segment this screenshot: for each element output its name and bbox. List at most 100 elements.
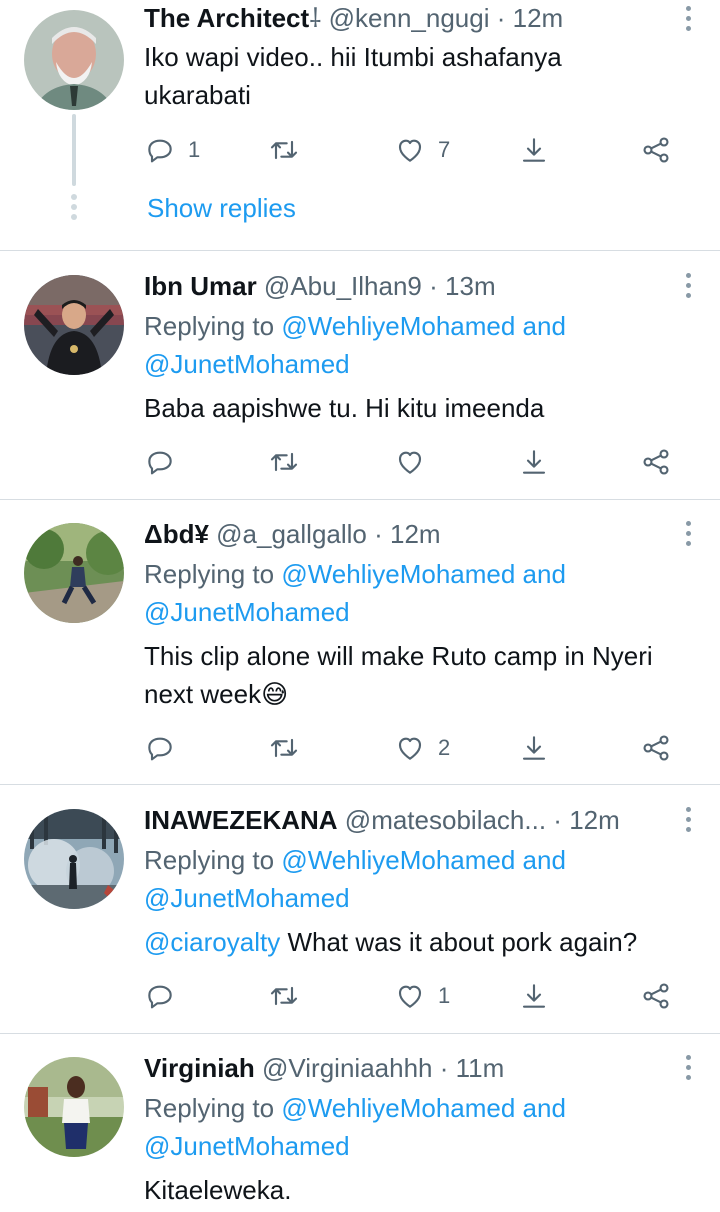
tweet-header: INAWEZEKANA @matesobilach... · 12m — [144, 802, 656, 838]
reply-feed: The Architect⸸ @kenn_ngugi · 12m Iko wap… — [0, 0, 720, 1212]
share-button[interactable] — [640, 442, 672, 482]
user-handle[interactable]: @matesobilach... — [345, 805, 546, 835]
replying-to-line: Replying to @WehliyeMohamed and — [144, 555, 700, 593]
grinning-sweat-emoji: 😅 — [261, 679, 289, 709]
avatar-coach-stadium[interactable] — [24, 275, 124, 375]
retweet-icon — [270, 140, 298, 160]
reply-button[interactable]: 1 — [144, 130, 200, 170]
replying-to-mention[interactable]: @JunetMohamed — [144, 593, 700, 631]
tweet-actions: 1 — [144, 976, 684, 1016]
save-button[interactable] — [518, 442, 550, 482]
reply-icon — [148, 139, 172, 163]
share-icon — [643, 449, 669, 475]
reply-button[interactable] — [144, 728, 188, 768]
name-suffix: ⸸ — [309, 3, 322, 33]
user-handle[interactable]: @Virginiaahhh — [262, 1053, 432, 1083]
tweet-text-line: @ciaroyalty What was it about pork again… — [144, 923, 700, 961]
more-icon[interactable] — [682, 271, 694, 301]
save-button[interactable] — [518, 130, 550, 170]
retweet-button[interactable] — [268, 976, 312, 1016]
replying-to-mention[interactable]: @JunetMohamed — [144, 879, 700, 917]
share-button[interactable] — [640, 130, 672, 170]
replying-to-mention[interactable]: @JunetMohamed — [144, 345, 700, 383]
replying-to-line: Replying to @WehliyeMohamed and — [144, 307, 700, 345]
like-button[interactable] — [394, 442, 438, 482]
tweet-2[interactable]: Ibn Umar @Abu_Ilhan9 · 13m Replying to @… — [0, 251, 720, 499]
retweet-button[interactable] — [268, 728, 312, 768]
timestamp[interactable]: 12m — [569, 805, 620, 835]
tweet-text-line: ukarabati — [144, 80, 251, 110]
like-button[interactable]: 7 — [394, 130, 450, 170]
display-name[interactable]: INAWEZEKANA — [144, 805, 338, 835]
tweet-text-line: next week😅 — [144, 675, 700, 713]
like-button[interactable]: 2 — [394, 728, 450, 768]
reply-icon — [148, 737, 172, 761]
like-button[interactable]: 1 — [394, 976, 450, 1016]
share-button[interactable] — [640, 728, 672, 768]
share-icon — [643, 137, 669, 163]
show-replies-link[interactable]: Show replies — [147, 190, 296, 226]
replying-to-label: Replying to — [144, 845, 275, 875]
tweet-3[interactable]: Δbd¥ @a_gallgallo · 12m Replying to @Weh… — [0, 500, 720, 784]
body-mention-link[interactable]: @ciaroyalty — [144, 927, 280, 957]
tweet-text-line: Iko wapi video.. hii Itumbi ashafanya — [144, 42, 562, 72]
avatar-man-on-road[interactable] — [24, 523, 124, 623]
like-count: 7 — [438, 137, 451, 162]
tweet-header: Δbd¥ @a_gallgallo · 12m — [144, 516, 660, 552]
retweet-icon — [270, 452, 298, 472]
replying-to-mentions[interactable]: @WehliyeMohamed and — [281, 845, 566, 875]
replying-to-mentions[interactable]: @WehliyeMohamed and — [281, 1093, 566, 1123]
separator-dot: · — [429, 271, 438, 301]
tweet-actions — [144, 442, 684, 482]
retweet-button[interactable] — [268, 130, 312, 170]
more-icon[interactable] — [682, 1053, 694, 1083]
tweet-4[interactable]: INAWEZEKANA @matesobilach... · 12m Reply… — [0, 785, 720, 1033]
user-handle[interactable]: @kenn_ngugi — [329, 3, 490, 33]
retweet-button[interactable] — [268, 442, 312, 482]
save-icon — [522, 736, 546, 760]
tweet-text-fragment: next week — [144, 679, 262, 709]
display-name[interactable]: Ibn Umar — [144, 271, 257, 301]
timestamp[interactable]: 11m — [456, 1053, 505, 1083]
tweet-text-line: This clip alone will make Ruto camp in N… — [144, 641, 653, 671]
separator-dot: · — [496, 3, 506, 33]
display-name[interactable]: Virginiah — [144, 1053, 255, 1083]
user-handle[interactable]: @a_gallgallo — [216, 519, 367, 549]
avatar-teargas-street[interactable] — [24, 809, 124, 909]
tweet-text-line: Kitaeleweka. — [144, 1175, 292, 1205]
separator-dot: · — [439, 1053, 449, 1083]
like-icon — [398, 139, 422, 162]
share-button[interactable] — [640, 976, 672, 1016]
tweet-header: Virginiah @Virginiaahhh · 11m — [144, 1050, 660, 1086]
tweet-5[interactable]: Virginiah @Virginiaahhh · 11m Replying t… — [0, 1034, 720, 1212]
like-icon — [398, 451, 422, 474]
replying-to-line: Replying to @WehliyeMohamed and — [144, 1089, 700, 1127]
tweet-1[interactable]: The Architect⸸ @kenn_ngugi · 12m Iko wap… — [0, 0, 720, 250]
thread-gap-dots — [71, 194, 77, 220]
avatar-woman-outdoors[interactable] — [24, 1057, 124, 1157]
user-handle[interactable]: @Abu_Ilhan9 — [264, 271, 422, 301]
timestamp[interactable]: 13m — [445, 271, 496, 301]
more-icon[interactable] — [682, 4, 694, 34]
replying-to-mentions[interactable]: @WehliyeMohamed and — [281, 559, 566, 589]
reply-button[interactable] — [144, 442, 188, 482]
timestamp[interactable]: 12m — [390, 519, 441, 549]
reply-button[interactable] — [144, 976, 188, 1016]
more-icon[interactable] — [682, 805, 694, 835]
tweet-text-fragment: What was it about pork again? — [287, 927, 638, 957]
save-button[interactable] — [518, 976, 550, 1016]
display-name[interactable]: The Architect — [144, 3, 309, 33]
timestamp[interactable]: 12m — [513, 3, 564, 33]
tweet-actions: 2 — [144, 728, 684, 768]
save-button[interactable] — [518, 728, 550, 768]
more-icon[interactable] — [682, 519, 694, 549]
replying-to-label: Replying to — [144, 311, 275, 341]
separator-dot: · — [374, 519, 383, 549]
replying-to-mentions[interactable]: @WehliyeMohamed and — [281, 311, 566, 341]
reply-icon — [148, 451, 172, 475]
replying-to-mention[interactable]: @JunetMohamed — [144, 1127, 700, 1165]
avatar-bearded-man[interactable] — [24, 10, 124, 110]
display-name[interactable]: Δbd¥ — [144, 519, 209, 549]
like-icon — [398, 985, 422, 1008]
tweet-actions: 1 7 — [144, 130, 684, 170]
